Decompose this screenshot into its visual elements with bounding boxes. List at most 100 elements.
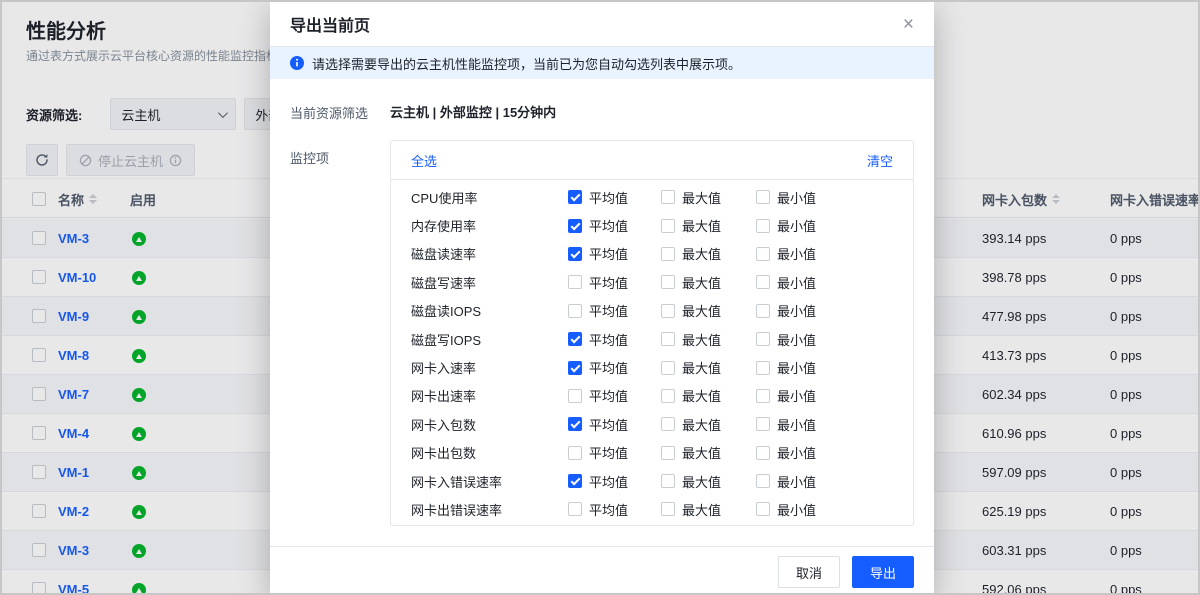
max-checkbox[interactable]: 最大值 bbox=[661, 472, 756, 491]
avg-checkbox[interactable]: 平均值 bbox=[568, 443, 661, 462]
cancel-button[interactable]: 取消 bbox=[778, 556, 840, 588]
min-checkbox-box[interactable] bbox=[756, 389, 770, 403]
max-checkbox[interactable]: 最大值 bbox=[661, 216, 756, 235]
min-checkbox[interactable]: 最小值 bbox=[756, 273, 913, 292]
max-checkbox-box[interactable] bbox=[661, 417, 675, 431]
min-checkbox-box[interactable] bbox=[756, 304, 770, 318]
avg-checkbox-box[interactable] bbox=[568, 275, 582, 289]
avg-checkbox[interactable]: 平均值 bbox=[568, 500, 661, 519]
min-checkbox[interactable]: 最小值 bbox=[756, 188, 913, 207]
avg-checkbox[interactable]: 平均值 bbox=[568, 415, 661, 434]
max-checkbox-label: 最大值 bbox=[682, 244, 721, 263]
min-checkbox-box[interactable] bbox=[756, 361, 770, 375]
avg-checkbox[interactable]: 平均值 bbox=[568, 216, 661, 235]
min-checkbox[interactable]: 最小值 bbox=[756, 443, 913, 462]
max-checkbox-box[interactable] bbox=[661, 304, 675, 318]
metric-name: 磁盘写速率 bbox=[411, 273, 568, 292]
clear-link[interactable]: 清空 bbox=[867, 151, 893, 170]
max-checkbox[interactable]: 最大值 bbox=[661, 188, 756, 207]
min-checkbox[interactable]: 最小值 bbox=[756, 301, 913, 320]
avg-checkbox-box[interactable] bbox=[568, 247, 582, 261]
max-checkbox-box[interactable] bbox=[661, 275, 675, 289]
avg-checkbox-box[interactable] bbox=[568, 332, 582, 346]
max-checkbox[interactable]: 最大值 bbox=[661, 301, 756, 320]
metric-row: 网卡入包数 平均值 最大值 最小值 bbox=[391, 410, 913, 438]
min-checkbox[interactable]: 最小值 bbox=[756, 216, 913, 235]
metric-name: 网卡出包数 bbox=[411, 443, 568, 462]
avg-checkbox-box[interactable] bbox=[568, 190, 582, 204]
max-checkbox-box[interactable] bbox=[661, 332, 675, 346]
min-checkbox-box[interactable] bbox=[756, 332, 770, 346]
metric-row: 网卡出错误速率 平均值 最大值 最小值 bbox=[391, 495, 913, 523]
avg-checkbox[interactable]: 平均值 bbox=[568, 358, 661, 377]
export-dialog: 导出当前页 请选择需要导出的云主机性能监控项，当前已为您自动勾选列表中展示项。 … bbox=[270, 2, 934, 595]
min-checkbox-box[interactable] bbox=[756, 190, 770, 204]
close-icon[interactable] bbox=[903, 15, 914, 34]
avg-checkbox[interactable]: 平均值 bbox=[568, 301, 661, 320]
max-checkbox-box[interactable] bbox=[661, 474, 675, 488]
min-checkbox-label: 最小值 bbox=[777, 500, 816, 519]
avg-checkbox-box[interactable] bbox=[568, 304, 582, 318]
avg-checkbox[interactable]: 平均值 bbox=[568, 188, 661, 207]
metric-row: 网卡入错误速率 平均值 最大值 最小值 bbox=[391, 467, 913, 495]
max-checkbox-box[interactable] bbox=[661, 361, 675, 375]
min-checkbox-box[interactable] bbox=[756, 247, 770, 261]
dialog-header: 导出当前页 bbox=[270, 2, 934, 47]
summary-value: 云主机 | 外部监控 | 15分钟内 bbox=[390, 102, 556, 121]
min-checkbox[interactable]: 最小值 bbox=[756, 500, 913, 519]
min-checkbox-label: 最小值 bbox=[777, 358, 816, 377]
avg-checkbox[interactable]: 平均值 bbox=[568, 244, 661, 263]
max-checkbox[interactable]: 最大值 bbox=[661, 415, 756, 434]
select-all-link[interactable]: 全选 bbox=[411, 151, 437, 170]
min-checkbox[interactable]: 最小值 bbox=[756, 358, 913, 377]
min-checkbox-box[interactable] bbox=[756, 474, 770, 488]
metric-row: 磁盘写IOPS 平均值 最大值 最小值 bbox=[391, 325, 913, 353]
metric-name: CPU使用率 bbox=[411, 188, 568, 207]
avg-checkbox-box[interactable] bbox=[568, 389, 582, 403]
min-checkbox[interactable]: 最小值 bbox=[756, 415, 913, 434]
avg-checkbox[interactable]: 平均值 bbox=[568, 330, 661, 349]
min-checkbox-box[interactable] bbox=[756, 417, 770, 431]
max-checkbox[interactable]: 最大值 bbox=[661, 443, 756, 462]
min-checkbox-label: 最小值 bbox=[777, 443, 816, 462]
max-checkbox[interactable]: 最大值 bbox=[661, 358, 756, 377]
min-checkbox[interactable]: 最小值 bbox=[756, 330, 913, 349]
max-checkbox[interactable]: 最大值 bbox=[661, 386, 756, 405]
min-checkbox-box[interactable] bbox=[756, 275, 770, 289]
min-checkbox[interactable]: 最小值 bbox=[756, 386, 913, 405]
avg-checkbox-label: 平均值 bbox=[589, 443, 628, 462]
avg-checkbox[interactable]: 平均值 bbox=[568, 273, 661, 292]
max-checkbox-box[interactable] bbox=[661, 247, 675, 261]
max-checkbox[interactable]: 最大值 bbox=[661, 273, 756, 292]
avg-checkbox-box[interactable] bbox=[568, 474, 582, 488]
export-button[interactable]: 导出 bbox=[852, 556, 914, 588]
max-checkbox-box[interactable] bbox=[661, 190, 675, 204]
metric-name: 网卡出错误速率 bbox=[411, 500, 568, 519]
avg-checkbox[interactable]: 平均值 bbox=[568, 386, 661, 405]
metric-name: 网卡入包数 bbox=[411, 415, 568, 434]
avg-checkbox-box[interactable] bbox=[568, 502, 582, 516]
min-checkbox-box[interactable] bbox=[756, 446, 770, 460]
max-checkbox[interactable]: 最大值 bbox=[661, 500, 756, 519]
max-checkbox-box[interactable] bbox=[661, 502, 675, 516]
min-checkbox-box[interactable] bbox=[756, 502, 770, 516]
max-checkbox[interactable]: 最大值 bbox=[661, 244, 756, 263]
avg-checkbox[interactable]: 平均值 bbox=[568, 472, 661, 491]
avg-checkbox-box[interactable] bbox=[568, 219, 582, 233]
min-checkbox[interactable]: 最小值 bbox=[756, 244, 913, 263]
max-checkbox-box[interactable] bbox=[661, 219, 675, 233]
min-checkbox[interactable]: 最小值 bbox=[756, 472, 913, 491]
avg-checkbox-box[interactable] bbox=[568, 446, 582, 460]
app-window: 性能分析 通过表方式展示云平台核心资源的性能监控指标，支持 资源筛选: 云主机 … bbox=[0, 0, 1200, 595]
max-checkbox-label: 最大值 bbox=[682, 301, 721, 320]
min-checkbox-label: 最小值 bbox=[777, 188, 816, 207]
min-checkbox-box[interactable] bbox=[756, 219, 770, 233]
avg-checkbox-box[interactable] bbox=[568, 417, 582, 431]
max-checkbox-box[interactable] bbox=[661, 446, 675, 460]
avg-checkbox-box[interactable] bbox=[568, 361, 582, 375]
dialog-footer: 取消 导出 bbox=[270, 546, 934, 595]
max-checkbox-box[interactable] bbox=[661, 389, 675, 403]
metric-name: 网卡入速率 bbox=[411, 358, 568, 377]
metric-name: 网卡出速率 bbox=[411, 386, 568, 405]
max-checkbox[interactable]: 最大值 bbox=[661, 330, 756, 349]
